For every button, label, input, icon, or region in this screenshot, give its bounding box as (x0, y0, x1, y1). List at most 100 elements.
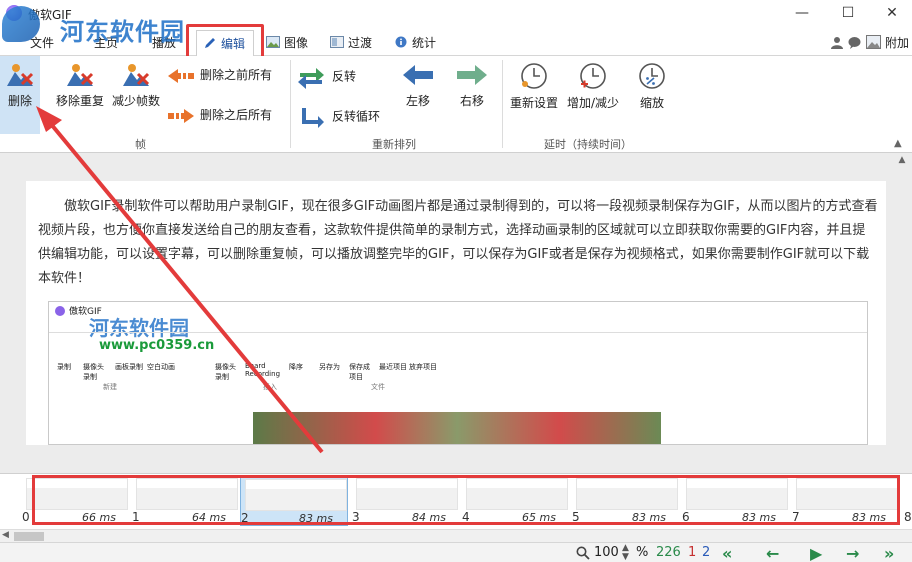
move-left-button[interactable]: 左移 (396, 62, 440, 109)
tab-edit-highlight-box (186, 24, 264, 60)
ribbon-separator (502, 60, 503, 148)
inner-tool: 空白动画 (147, 363, 175, 371)
reverse-loop-label: 反转循环 (332, 109, 381, 124)
frame-index: 8 (904, 510, 912, 524)
delete-image-icon (7, 64, 34, 86)
frame-index: 0 (22, 510, 30, 524)
tab-transition-label: 过渡 (348, 36, 373, 50)
chat-icon[interactable] (848, 36, 861, 49)
scale-delay-label: 缩放 (639, 96, 664, 110)
zoom-input[interactable]: 100 (594, 545, 620, 560)
inner-tool: 画板录制 (115, 363, 143, 371)
watermark-text: 河东软件园 (60, 18, 185, 46)
arrow-left-dashed-icon (168, 68, 194, 83)
previous-frame-icon[interactable]: ← (766, 544, 779, 562)
delete-frame-button[interactable]: 删除 (0, 56, 40, 134)
article-description: 傲软GIF录制软件可以帮助用户录制GIF，现在很多GIF动画图片都是通过录制得到… (38, 199, 878, 286)
minimize-button[interactable]: — (782, 2, 822, 24)
arrow-left-icon (403, 65, 433, 85)
scroll-up-icon[interactable]: ▲ (894, 155, 910, 167)
reduce-frames-icon (123, 64, 150, 86)
reverse-loop-button[interactable]: 反转循环 (296, 104, 380, 130)
inner-app-icon (55, 306, 65, 316)
scroll-left-icon[interactable]: ◀ (2, 530, 9, 540)
reduce-frames-button[interactable]: 减少帧数 (108, 62, 164, 109)
delete-before-label: 删除之前所有 (200, 68, 273, 82)
move-left-label: 左移 (405, 94, 430, 108)
attach-label[interactable]: 附加 (885, 30, 909, 56)
clock-plus-minus-icon (580, 63, 606, 89)
reverse-button[interactable]: 反转 (296, 64, 356, 90)
inner-tool: 放弃项目 (409, 363, 437, 371)
transition-icon (330, 36, 344, 48)
tab-statistics[interactable]: 统计 (394, 30, 436, 56)
app-window: 傲软GIF — ☐ ✕ 文件 主页 播放 编辑 图像 过渡 统计 附加 河东软件… (0, 0, 912, 562)
inner-tool: 录制 (57, 363, 71, 371)
delete-before-button[interactable]: 删除之前所有 (166, 66, 272, 85)
reverse-icon (298, 68, 324, 89)
scrollbar-thumb[interactable] (14, 532, 44, 541)
close-button[interactable]: ✕ (872, 2, 912, 24)
delay-group-label: 延时（持续时间） (544, 138, 632, 151)
reset-delay-button[interactable]: 重新设置 (506, 62, 562, 111)
increase-decrease-delay-label: 增加/减少 (566, 96, 620, 110)
status-bar: 100 ▲ ▼ % 226 1 2 « ← ▶ → » (0, 542, 912, 562)
zoom-unit: % (636, 545, 649, 560)
delete-after-button[interactable]: 删除之后所有 (166, 106, 272, 125)
move-right-label: 右移 (459, 94, 484, 108)
play-icon[interactable]: ▶ (810, 544, 822, 562)
user-icon[interactable] (831, 36, 843, 49)
arrow-right-dashed-icon (168, 108, 194, 123)
frame-preview-canvas: 傲软GIF录制软件可以帮助用户录制GIF，现在很多GIF动画图片都是通过录制得到… (26, 181, 886, 445)
remove-duplicates-label: 移除重复 (55, 94, 104, 108)
watermark-logo-icon (2, 6, 40, 42)
first-frame-icon[interactable]: « (722, 544, 732, 562)
inner-watermark-text: 河东软件园 (89, 316, 189, 340)
next-frame-icon[interactable]: → (846, 544, 859, 562)
inner-divider (49, 332, 867, 333)
inner-tool: 保存成项目 (349, 363, 370, 381)
inner-photo (253, 412, 661, 444)
move-right-button[interactable]: 右移 (450, 62, 494, 109)
embedded-screenshot: 傲软GIF 河东软件园 www.pc0359.cn 录制 摄像头录制 画板录制 … (48, 301, 868, 445)
current-frame-index: 2 (702, 545, 711, 560)
delete-frame-label: 删除 (7, 94, 32, 108)
frame-thumbnail[interactable]: 8 (900, 476, 912, 526)
inner-tool: Board Recording (245, 362, 281, 378)
remove-duplicates-button[interactable]: 移除重复 (52, 62, 108, 109)
thumbnail-strip-highlight-box (32, 475, 900, 525)
reorder-group-label: 重新排列 (372, 138, 416, 151)
ribbon-panel: 删除 移除重复 减少帧数 删除之前所有 删除之后所有 帧 反转 反转循环 左移 (0, 56, 912, 153)
horizontal-scrollbar[interactable]: ◀ (0, 529, 912, 542)
delete-after-label: 删除之后所有 (200, 108, 273, 122)
inner-tool: 降序 (289, 363, 303, 371)
selected-frames-count: 1 (688, 545, 697, 560)
maximize-button[interactable]: ☐ (828, 2, 868, 24)
inner-watermark-url: www.pc0359.cn (99, 338, 215, 353)
zoom-stepper[interactable]: ▲ ▼ (622, 544, 629, 562)
reverse-label: 反转 (332, 69, 357, 84)
tab-transition[interactable]: 过渡 (330, 30, 372, 56)
total-frames-count: 226 (656, 545, 681, 560)
tab-statistics-label: 统计 (412, 36, 437, 50)
image-icon (266, 36, 280, 48)
collapse-ribbon-icon[interactable]: ▲ (894, 138, 902, 149)
info-icon (395, 36, 407, 48)
inner-group-label: 文件 (371, 383, 385, 391)
increase-decrease-delay-button[interactable]: 增加/减少 (562, 62, 624, 111)
remove-duplicates-icon (67, 64, 94, 86)
reverse-loop-icon (302, 108, 324, 128)
ribbon-separator (290, 60, 291, 148)
clock-percent-icon (639, 63, 665, 89)
inner-group-label: 新建 (103, 383, 117, 391)
last-frame-icon[interactable]: » (884, 544, 894, 562)
attachment-image-icon[interactable] (866, 35, 881, 49)
inner-group-label: 插入 (263, 383, 277, 391)
inner-tool: 摄像头录制 (83, 363, 104, 381)
scale-delay-button[interactable]: 缩放 (630, 62, 674, 111)
tab-image[interactable]: 图像 (266, 30, 308, 56)
tab-image-label: 图像 (284, 36, 309, 50)
zoom-icon (576, 546, 590, 560)
reduce-frames-label: 减少帧数 (111, 94, 160, 108)
inner-tool: 最近项目 (379, 363, 407, 371)
